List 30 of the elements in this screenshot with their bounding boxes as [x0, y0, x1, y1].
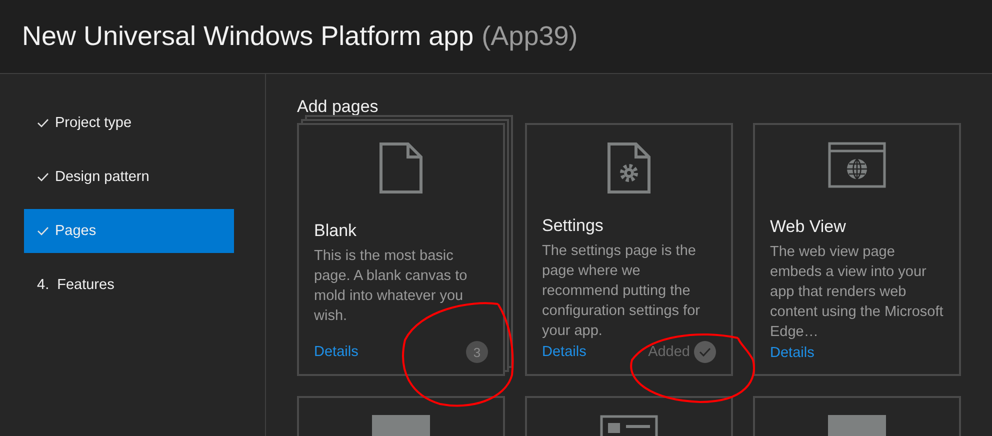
card-description: The settings page is the page where we recommend putting the configuration settings for your app.: [542, 242, 701, 341]
page-icon: [828, 415, 886, 436]
added-label: Added: [648, 344, 690, 360]
window-title: New Universal Windows Platform app: [22, 21, 474, 52]
check-icon: [37, 172, 49, 182]
wizard-step[interactable]: Design pattern: [24, 155, 234, 199]
card-title: Blank: [314, 221, 358, 241]
page-template-card[interactable]: Web View The web view page embeds a view into your app that renders web content using the Microsoft Edge… Details: [753, 123, 961, 376]
card-description: The web view page embeds a view into your app that renders web content using the Microsoft Edge…: [770, 243, 944, 342]
page-template-card[interactable]: Settings The settings page is the page where we recommend putting the configuration settings for your app. Details Added: [525, 123, 733, 376]
details-link[interactable]: Details: [314, 344, 358, 360]
section-title: Add pages: [297, 97, 380, 117]
wizard-step[interactable]: Pages: [24, 209, 234, 253]
settings-page-icon: [607, 142, 651, 194]
card-title: Web View: [770, 217, 847, 238]
project-name: (App39): [482, 21, 578, 52]
wizard-step[interactable]: 4. Features: [24, 263, 234, 307]
browser-globe-icon: [828, 142, 886, 188]
page-template-card[interactable]: Blank This is the most basic page. A blank canvas to mold into whatever you wish. Details 3: [297, 123, 505, 376]
card-description: This is the most basic page. A blank canvas to mold into whatever you wish.: [314, 247, 468, 326]
wizard-step[interactable]: Project type: [24, 101, 234, 145]
page-icon: [372, 415, 430, 436]
page-icon: [379, 142, 423, 194]
card-title: Settings: [542, 216, 604, 236]
details-link[interactable]: Details: [542, 344, 586, 360]
form-icon: [600, 415, 658, 436]
details-link[interactable]: Details: [770, 344, 814, 361]
check-icon: [37, 226, 49, 236]
count-badge: 3: [466, 341, 488, 363]
check-icon: [37, 118, 49, 128]
